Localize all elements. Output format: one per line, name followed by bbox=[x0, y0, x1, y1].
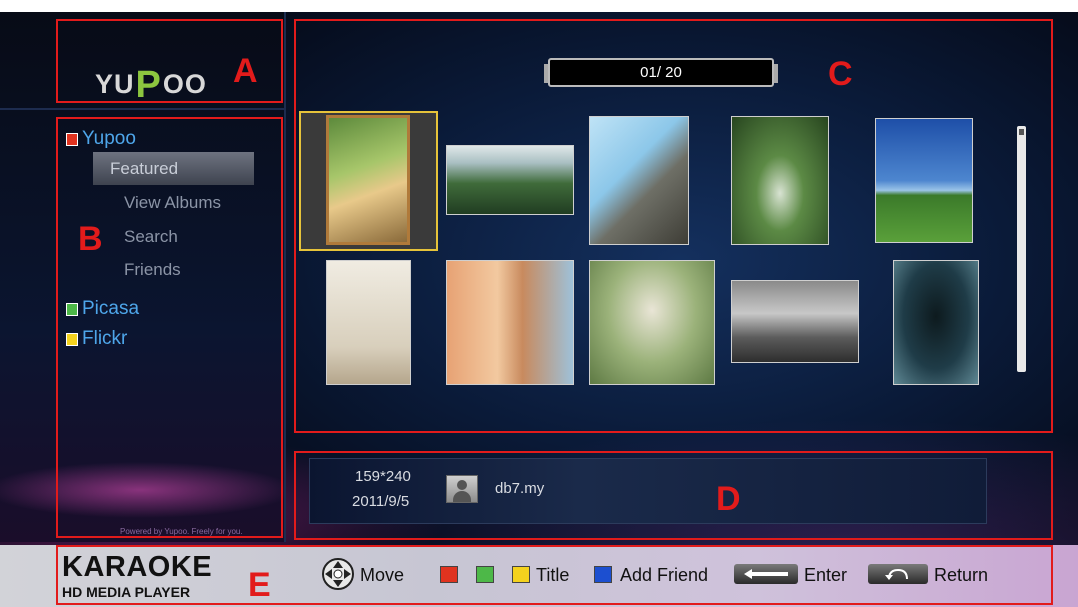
callout-label-b: B bbox=[78, 220, 103, 258]
callout-label-c: C bbox=[828, 55, 853, 93]
callout-label-e: E bbox=[248, 566, 271, 604]
top-border bbox=[0, 0, 1078, 12]
logo-divider bbox=[0, 108, 284, 110]
callout-box-b bbox=[56, 117, 283, 538]
callout-box-d bbox=[294, 451, 1053, 540]
sidebar-divider bbox=[284, 12, 286, 542]
callout-box-e bbox=[56, 545, 1053, 605]
callout-box-c bbox=[294, 19, 1053, 433]
media-player-screen: YU P OO Yupoo Featured View Albums Search … bbox=[0, 0, 1078, 607]
callout-label-a: A bbox=[233, 52, 258, 90]
callout-label-d: D bbox=[716, 480, 741, 518]
